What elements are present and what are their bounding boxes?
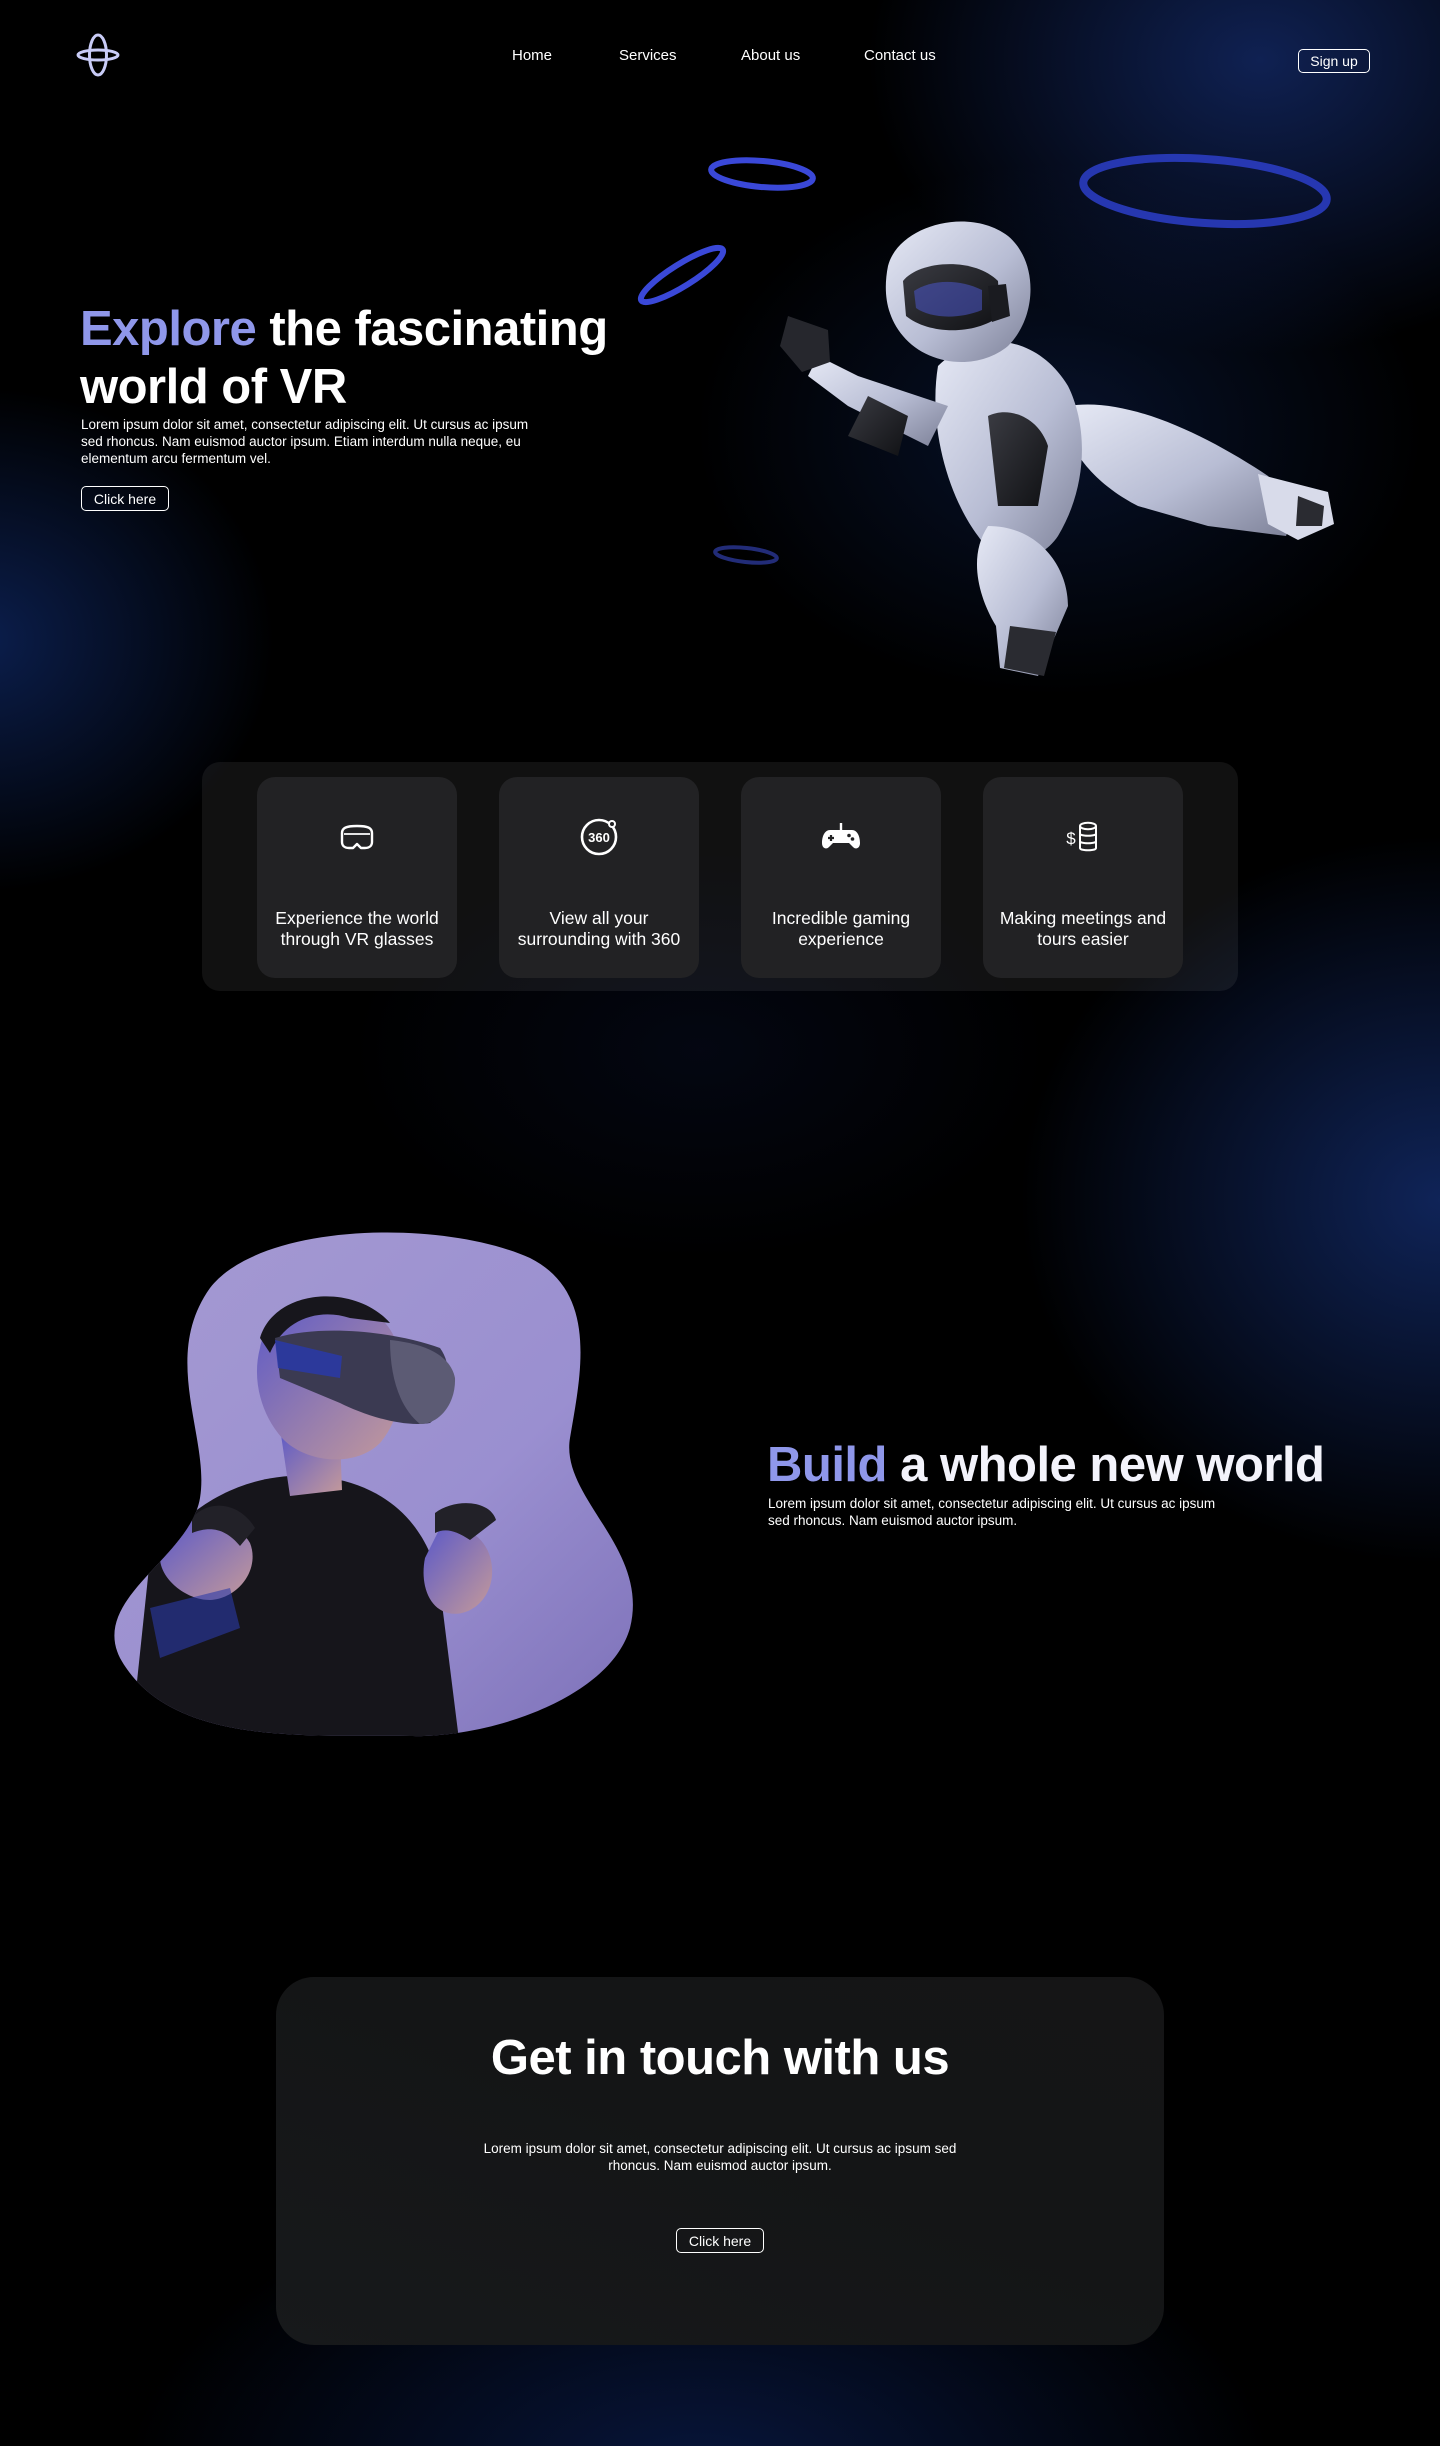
coins-icon: $	[1066, 821, 1097, 852]
ring-decoration	[637, 244, 727, 306]
hero-title: Explore the fascinating world of VR	[80, 300, 680, 416]
hero-title-accent: Explore	[80, 302, 257, 356]
nav-home[interactable]: Home	[512, 47, 552, 64]
360-view-icon: 360	[580, 818, 618, 856]
vr-headset-icon	[340, 824, 374, 850]
360-icon-text: 360	[588, 830, 610, 845]
feature-label: Experience the world through VR glasses	[275, 908, 439, 949]
nav-services[interactable]: Services	[619, 47, 677, 64]
contact-click-button[interactable]: Click here	[676, 2228, 764, 2253]
contact-title: Get in touch with us	[490, 2031, 950, 2085]
feature-card-vr[interactable]: Experience the world through VR glasses	[257, 777, 457, 978]
feature-card-gaming[interactable]: Incredible gaming experience	[741, 777, 941, 978]
flying-robot-illustration	[780, 221, 1334, 676]
feature-card-360[interactable]: 360 View all your surrounding with 360	[499, 777, 699, 978]
feature-card-meetings[interactable]: $ Making meetings and tours easier	[983, 777, 1183, 978]
feature-label: View all your surrounding with 360	[517, 908, 681, 949]
gamepad-icon	[822, 823, 860, 849]
build-title-rest: a whole new world	[886, 1438, 1325, 1492]
nav-contact[interactable]: Contact us	[864, 47, 936, 64]
man-wearing-vr-headset-photo	[114, 1232, 633, 1737]
feature-label: Incredible gaming experience	[771, 908, 911, 949]
contact-description: Lorem ipsum dolor sit amet, consectetur …	[483, 2141, 957, 2173]
feature-label: Making meetings and tours easier	[999, 908, 1167, 949]
nav-about[interactable]: About us	[741, 47, 800, 64]
hero-description: Lorem ipsum dolor sit amet, consectetur …	[81, 417, 529, 466]
build-description: Lorem ipsum dolor sit amet, consectetur …	[768, 1496, 1216, 1528]
dollar-icon-text: $	[1066, 829, 1076, 848]
hero-click-button[interactable]: Click here	[81, 486, 169, 511]
build-title-accent: Build	[767, 1438, 887, 1492]
orbit-logo-icon[interactable]	[76, 32, 120, 78]
build-title: Build a whole new world	[767, 1436, 1325, 1494]
ring-decoration	[708, 157, 816, 191]
sign-up-button[interactable]: Sign up	[1298, 49, 1370, 73]
